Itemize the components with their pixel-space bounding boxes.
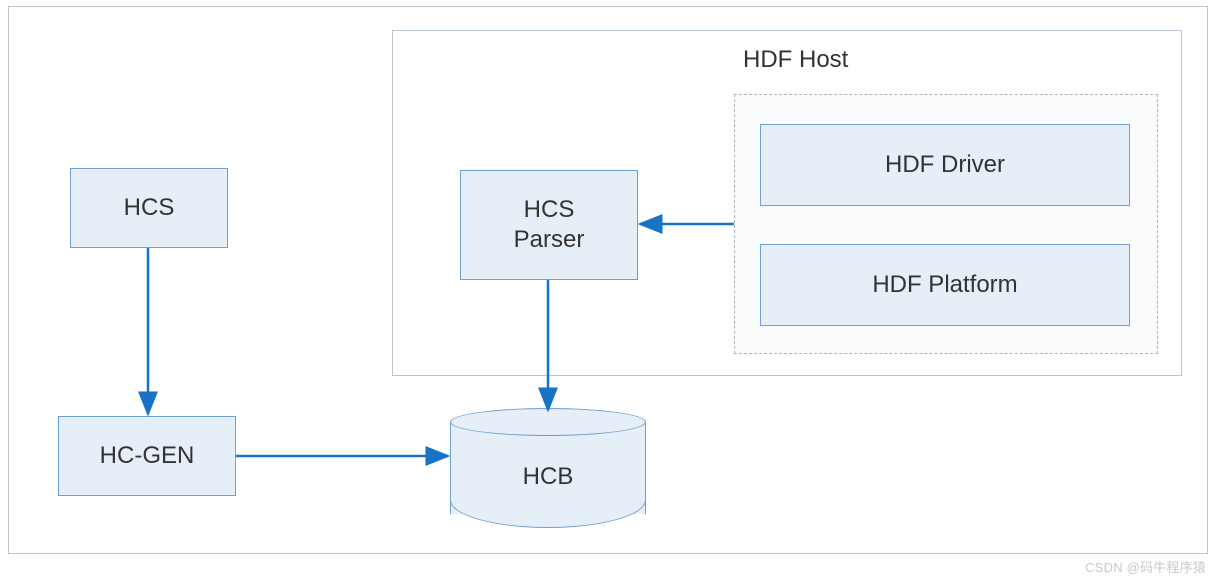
hcs-node: HCS [70,168,228,248]
hdf-platform-label: HDF Platform [872,270,1017,300]
hcs-parser-node: HCS Parser [460,170,638,280]
hdf-driver-node: HDF Driver [760,124,1130,206]
hdf-platform-node: HDF Platform [760,244,1130,326]
hcb-label: HCB [450,463,646,491]
hdf-driver-label: HDF Driver [885,150,1005,180]
hcb-datastore: HCB [450,408,646,528]
hcs-label: HCS [124,193,175,223]
watermark-text: CSDN @码牛程序猿 [1085,557,1206,576]
hcb-cylinder-top [450,408,646,436]
hcgen-label: HC-GEN [100,441,195,471]
hcgen-node: HC-GEN [58,416,236,496]
hcb-cylinder-bottom [450,500,646,528]
hdf-host-title: HDF Host [743,46,848,74]
hcs-parser-label: HCS Parser [514,195,585,255]
